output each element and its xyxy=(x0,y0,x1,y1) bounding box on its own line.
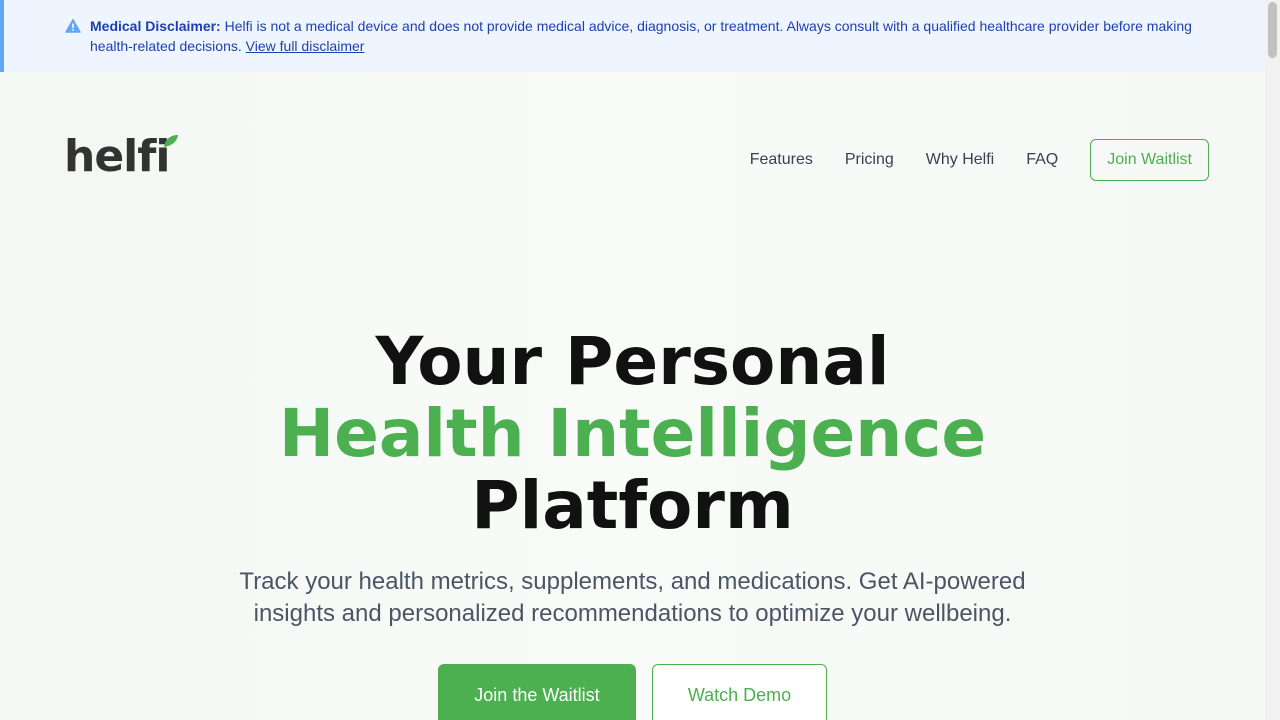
nav-link-features[interactable]: Features xyxy=(750,151,813,169)
headline-line-1: Your Personal xyxy=(375,323,890,400)
join-the-waitlist-button[interactable]: Join the Waitlist xyxy=(438,664,636,720)
view-full-disclaimer-link[interactable]: View full disclaimer xyxy=(246,38,365,54)
helfi-logo[interactable]: helfi xyxy=(64,134,184,180)
disclaimer-text: Medical Disclaimer: Helfi is not a medic… xyxy=(90,16,1200,56)
nav-link-pricing[interactable]: Pricing xyxy=(845,151,894,169)
headline-line-3: Platform xyxy=(471,467,794,544)
disclaimer-title: Medical Disclaimer: xyxy=(90,18,221,34)
medical-disclaimer-banner: Medical Disclaimer: Helfi is not a medic… xyxy=(0,0,1265,72)
hero-cta-row: Join the Waitlist Watch Demo xyxy=(438,664,827,720)
main-nav: Features Pricing Why Helfi FAQ Join Wait… xyxy=(750,139,1209,181)
hero-section: helfi Features Pricing Why Helfi FAQ Joi… xyxy=(0,72,1265,720)
hero-subheadline: Track your health metrics, supplements, … xyxy=(239,568,1026,627)
page-scrollbar[interactable] xyxy=(1265,0,1280,720)
nav-link-faq[interactable]: FAQ xyxy=(1026,151,1058,169)
headline-line-2: Health Intelligence xyxy=(278,395,987,472)
watch-demo-button[interactable]: Watch Demo xyxy=(652,664,827,720)
warning-triangle-icon xyxy=(65,18,81,33)
join-waitlist-button[interactable]: Join Waitlist xyxy=(1090,139,1209,181)
hero-headline: Your Personal Health Intelligence Platfo… xyxy=(0,326,1265,542)
leaf-icon xyxy=(164,135,178,147)
scrollbar-thumb[interactable] xyxy=(1268,2,1277,58)
nav-link-why-helfi[interactable]: Why Helfi xyxy=(926,151,994,169)
logo-text: helfi xyxy=(64,131,170,182)
